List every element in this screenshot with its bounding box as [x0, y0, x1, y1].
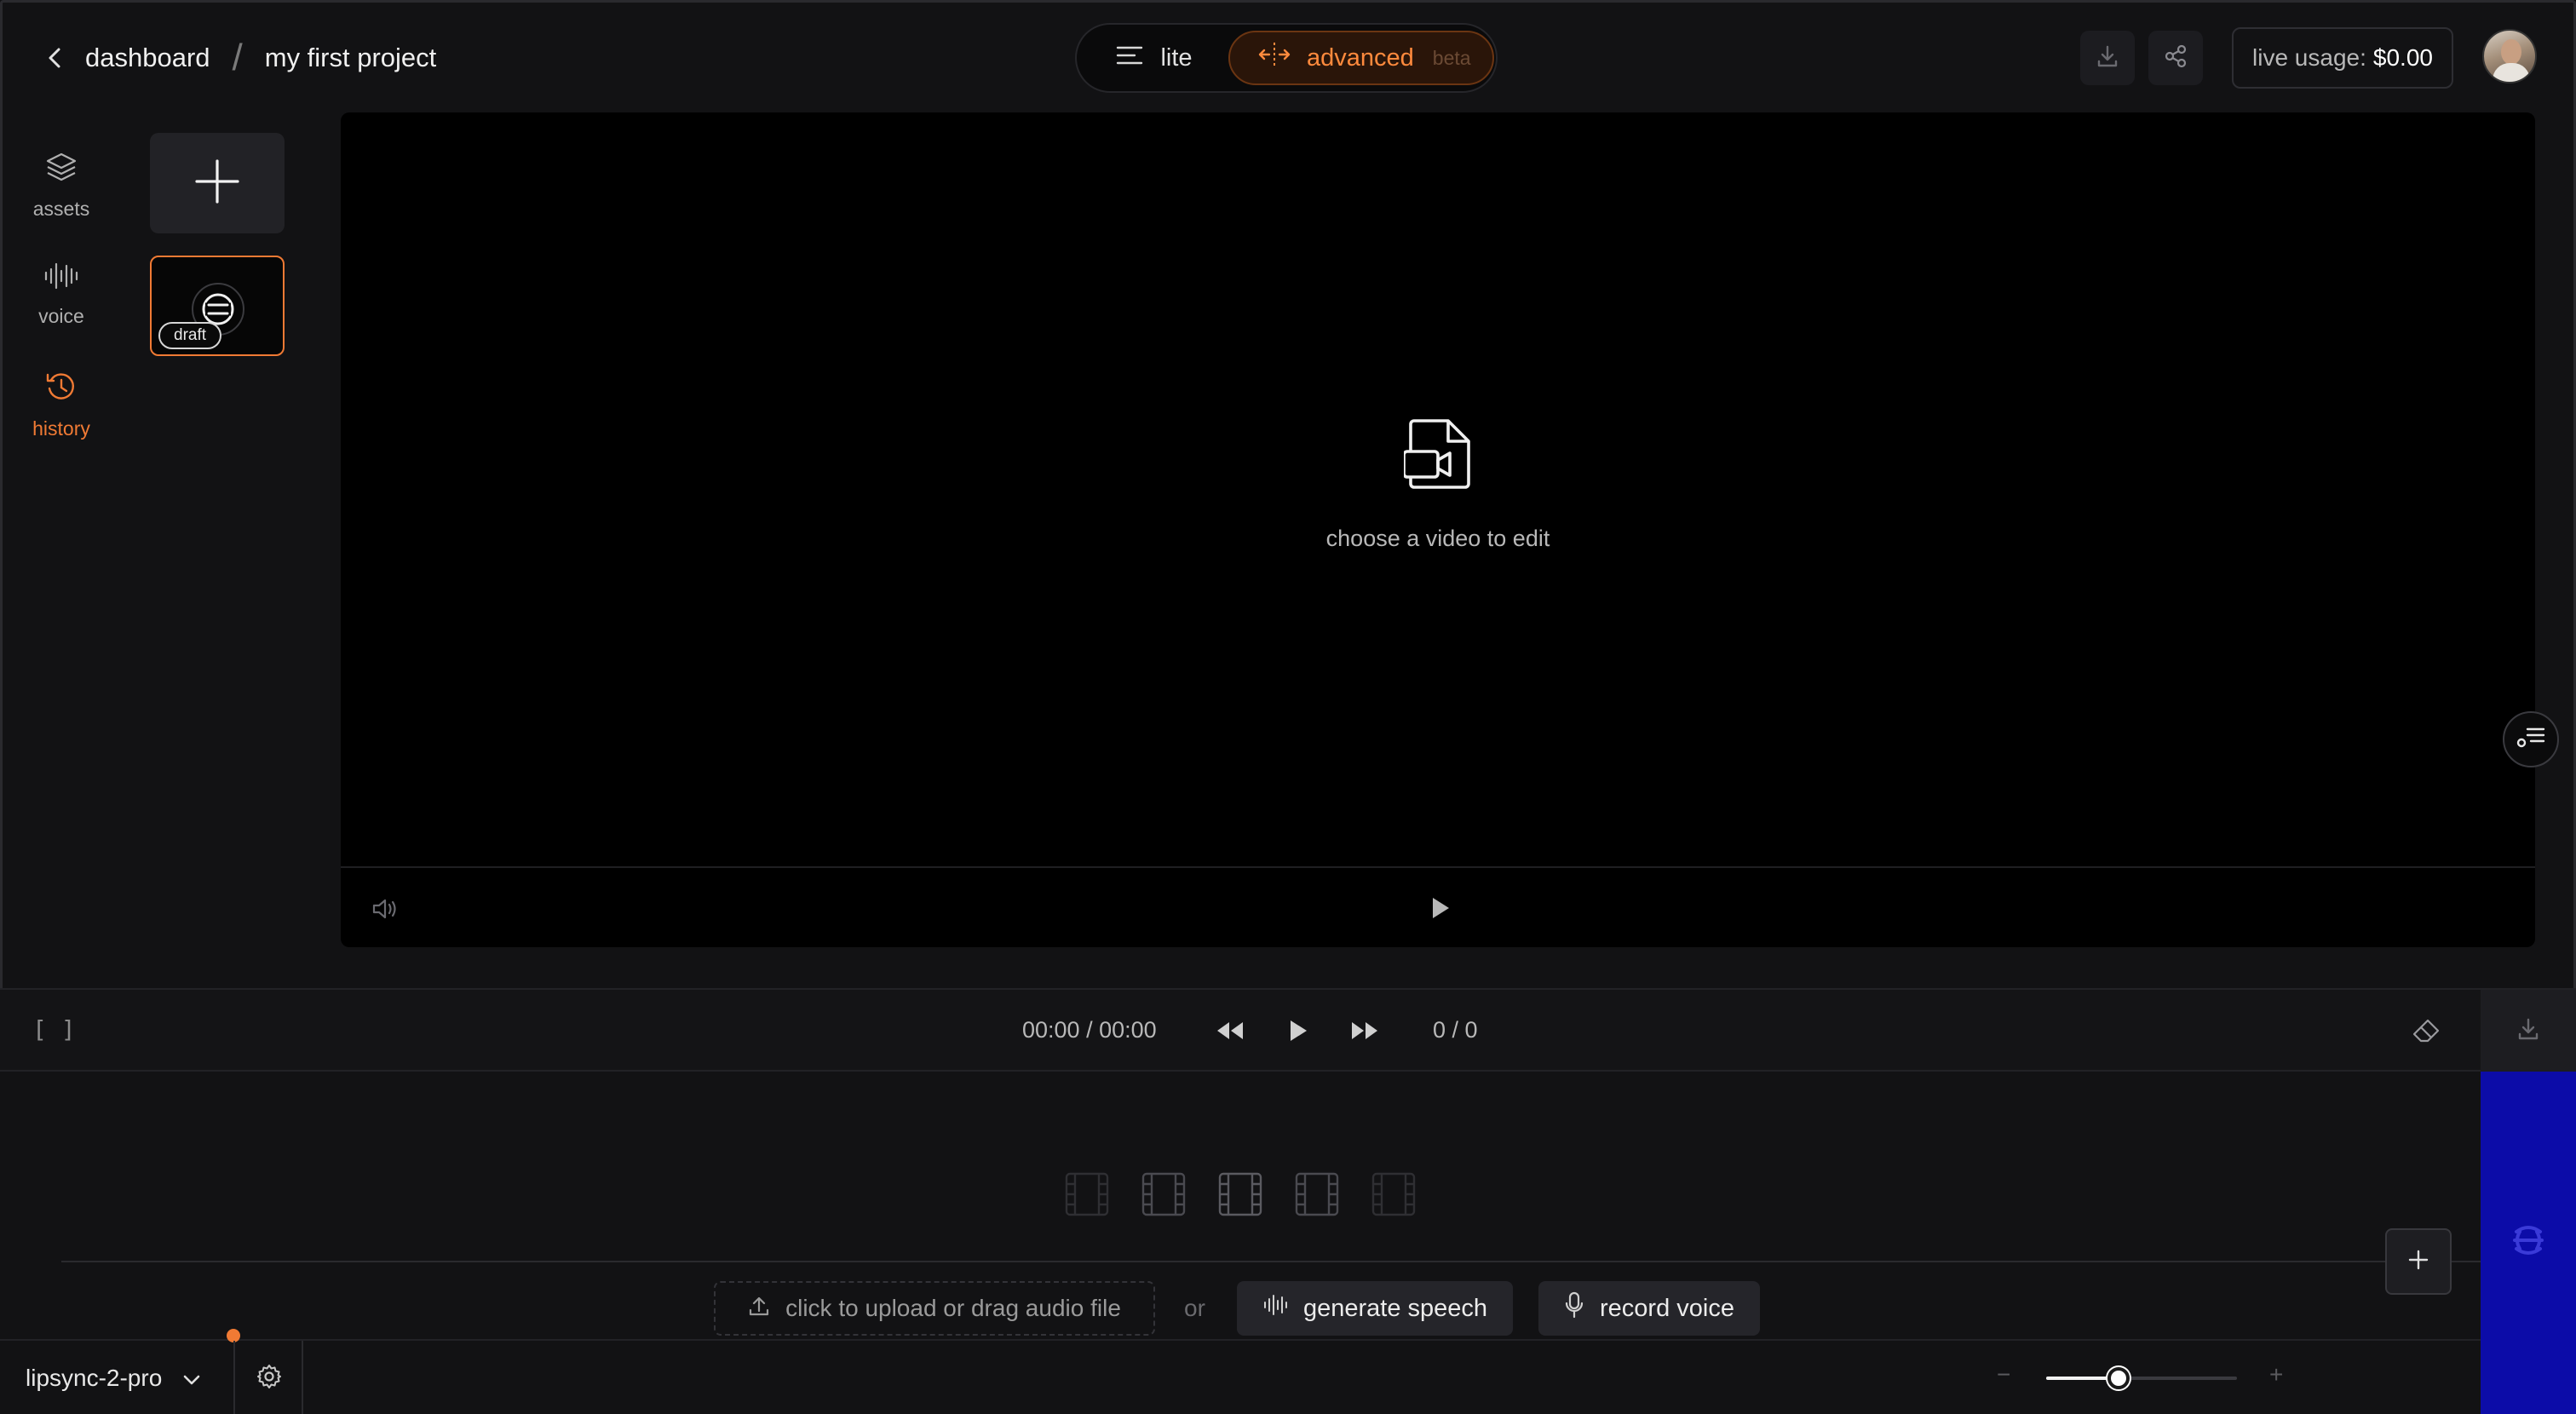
- sidebar-item-voice[interactable]: voice: [15, 261, 107, 328]
- video-empty-message: choose a video to edit: [1325, 526, 1550, 551]
- sidebar-item-assets[interactable]: assets: [15, 150, 107, 221]
- settings-button[interactable]: [252, 1361, 286, 1395]
- zoom-in-icon[interactable]: +: [2269, 1361, 2283, 1388]
- divider: [233, 1341, 235, 1414]
- video-controls: [341, 866, 2535, 947]
- draft-badge: draft: [158, 322, 222, 349]
- film-frame-icon: [1141, 1172, 1186, 1221]
- sidebar-item-history[interactable]: history: [15, 370, 107, 440]
- waveform-icon: [43, 261, 80, 296]
- timecode: 00:00 / 00:00: [1022, 1017, 1157, 1043]
- beta-badge: beta: [1432, 46, 1471, 69]
- zoom-slider[interactable]: [2046, 1367, 2237, 1389]
- mode-toggle: lite advanced beta: [1075, 23, 1498, 93]
- zoom-out-icon[interactable]: −: [1997, 1361, 2010, 1388]
- play-icon[interactable]: [1429, 895, 1452, 925]
- top-header: dashboard / my first project lite advanc…: [0, 0, 2576, 112]
- sync-brand-rail: [2481, 1072, 2576, 1414]
- list-settings-icon: [2516, 725, 2546, 755]
- timeline-play-icon[interactable]: [1278, 1010, 1319, 1051]
- model-name: lipsync-2-pro: [26, 1365, 163, 1391]
- upload-icon: [748, 1295, 770, 1323]
- zoom-slider-handle[interactable]: [2107, 1367, 2130, 1389]
- volume-icon[interactable]: [371, 897, 400, 925]
- breadcrumb-separator: /: [232, 37, 243, 78]
- share-icon: [2163, 43, 2188, 73]
- sidebar-item-label: voice: [38, 305, 84, 327]
- record-voice-label: record voice: [1600, 1294, 1734, 1322]
- microphone-icon: [1564, 1291, 1584, 1325]
- download-icon: [2095, 43, 2120, 73]
- breadcrumb-dashboard-link[interactable]: dashboard: [85, 43, 210, 73]
- model-selector[interactable]: lipsync-2-pro: [26, 1358, 201, 1399]
- plus-icon: [193, 158, 241, 210]
- gear-icon: [256, 1363, 283, 1394]
- mode-lite-button[interactable]: lite: [1082, 31, 1227, 85]
- record-voice-button[interactable]: record voice: [1538, 1281, 1760, 1336]
- film-frame-icon: [1295, 1172, 1339, 1221]
- export-download-button[interactable]: [2481, 988, 2576, 1072]
- fit-selection-button[interactable]: [ ]: [32, 1015, 76, 1043]
- eraser-icon[interactable]: [2406, 1010, 2447, 1051]
- split-arrows-icon: [1257, 41, 1291, 75]
- history-icon: [44, 370, 78, 409]
- sidebar-item-label: assets: [32, 198, 90, 220]
- waveform-icon: [1262, 1293, 1288, 1324]
- track-divider: [61, 1261, 2481, 1262]
- captions-panel-button[interactable]: [2503, 711, 2559, 767]
- sync-logo-icon: [2510, 1221, 2547, 1263]
- back-chevron-icon[interactable]: [43, 46, 66, 70]
- live-usage-indicator[interactable]: live usage: $0.00: [2232, 27, 2453, 89]
- film-frame-icon: [1371, 1172, 1416, 1221]
- breadcrumb: dashboard / my first project: [43, 34, 436, 82]
- user-avatar[interactable]: [2482, 29, 2537, 83]
- add-asset-button[interactable]: [150, 133, 285, 233]
- menu-lines-icon: [1116, 44, 1143, 72]
- film-frame-icon: [1065, 1172, 1109, 1221]
- share-button[interactable]: [2148, 31, 2203, 85]
- timeline-control-bar: [ ] 00:00 / 00:00 0 / 0: [0, 988, 2481, 1072]
- usage-label: live usage:: [2252, 44, 2366, 71]
- frame-counter: 0 / 0: [1433, 1017, 1478, 1043]
- draft-asset-tile[interactable]: draft: [150, 256, 285, 356]
- fast-forward-icon[interactable]: [1344, 1010, 1385, 1051]
- mode-advanced-button[interactable]: advanced beta: [1228, 31, 1494, 85]
- or-separator: or: [1184, 1295, 1205, 1321]
- project-name[interactable]: my first project: [265, 43, 437, 73]
- bottom-bar: lipsync-2-pro − +: [0, 1329, 2481, 1414]
- add-track-button[interactable]: [2385, 1228, 2452, 1295]
- upload-label: click to upload or drag audio file: [785, 1295, 1121, 1321]
- chevron-down-icon: [182, 1365, 201, 1392]
- download-button[interactable]: [2080, 31, 2135, 85]
- plus-icon: [2407, 1249, 2429, 1275]
- video-player[interactable]: choose a video to edit: [341, 112, 2535, 947]
- generate-speech-button[interactable]: generate speech: [1237, 1281, 1514, 1336]
- divider: [302, 1341, 303, 1414]
- usage-amount: $0.00: [2372, 44, 2433, 71]
- mode-lite-label: lite: [1160, 43, 1193, 72]
- rewind-icon[interactable]: [1210, 1010, 1251, 1051]
- audio-upload-dropzone[interactable]: click to upload or drag audio file: [714, 1281, 1155, 1336]
- generate-speech-label: generate speech: [1303, 1294, 1488, 1322]
- video-file-icon: [1402, 417, 1472, 495]
- sidebar-item-label: history: [32, 417, 90, 440]
- layers-icon: [44, 150, 78, 189]
- download-icon: [2516, 1016, 2541, 1046]
- film-frame-icon: [1218, 1172, 1262, 1221]
- mode-advanced-label: advanced: [1307, 43, 1414, 72]
- video-empty-state: choose a video to edit: [341, 417, 2535, 552]
- video-track-placeholder: [1065, 1172, 1416, 1221]
